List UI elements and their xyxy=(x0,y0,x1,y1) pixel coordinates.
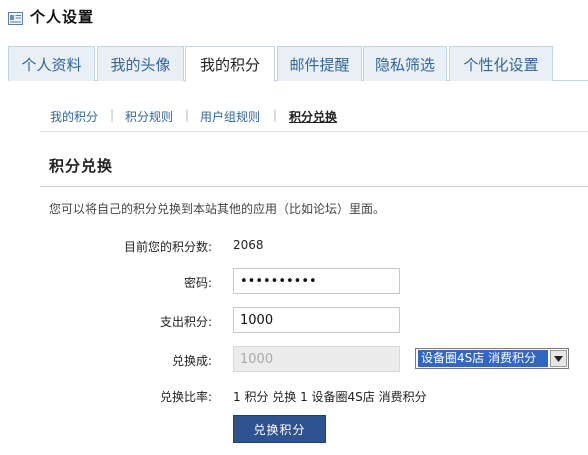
section-description: 您可以将自己的积分兑换到本站其他的应用（比如论坛）里面。 xyxy=(49,202,386,216)
settings-card-icon xyxy=(8,10,23,25)
tab-email-notify[interactable]: 邮件提醒 xyxy=(277,46,362,81)
tab-profile[interactable]: 个人资料 xyxy=(8,46,95,81)
page-title: 个人设置 xyxy=(30,7,95,26)
exchange-ratio-value: 1 积分 兑换 1 设备圈4S店 消费积分 xyxy=(233,390,427,404)
subnav-usergroup-rules[interactable]: 用户组规则 xyxy=(200,108,260,125)
chevron-down-icon[interactable] xyxy=(550,350,567,367)
spend-points-field[interactable] xyxy=(233,307,400,333)
subnav-my-points[interactable]: 我的积分 xyxy=(50,108,98,125)
current-points-label: 目前您的积分数: xyxy=(123,240,212,254)
subnav-separator: | xyxy=(110,108,115,122)
subnav-points-rules[interactable]: 积分规则 xyxy=(125,108,173,125)
subnav-points-exchange[interactable]: 积分兑换 xyxy=(289,108,337,125)
password-field[interactable] xyxy=(233,268,400,294)
exchange-ratio-label: 兑换比率: xyxy=(159,390,212,404)
spend-points-label: 支出积分: xyxy=(159,315,212,329)
tab-avatar[interactable]: 我的头像 xyxy=(97,46,184,81)
section-title: 积分兑换 xyxy=(49,157,114,175)
current-points-value: 2068 xyxy=(233,238,264,252)
settings-tabs: 个人资料 我的头像 我的积分 邮件提醒 隐私筛选 个性化设置 xyxy=(8,46,588,82)
exchange-result-field xyxy=(233,346,400,372)
points-subnav: 我的积分 | 积分规则 | 用户组规则 | 积分兑换 xyxy=(40,98,588,132)
subnav-separator: | xyxy=(273,108,278,122)
tab-my-points[interactable]: 我的积分 xyxy=(185,46,275,82)
tab-personalization[interactable]: 个性化设置 xyxy=(449,46,553,81)
section-divider xyxy=(40,186,588,187)
page-header: 个人设置 xyxy=(8,6,94,26)
target-app-select[interactable]: 设备圈4S店 消费积分 xyxy=(415,348,569,369)
target-app-selected: 设备圈4S店 消费积分 xyxy=(418,350,548,367)
exchange-points-button[interactable]: 兑换积分 xyxy=(233,415,326,443)
password-label: 密码: xyxy=(183,276,212,290)
subnav-separator: | xyxy=(185,108,190,122)
exchange-to-label: 兑换成: xyxy=(171,354,212,368)
tab-privacy-filter[interactable]: 隐私筛选 xyxy=(363,46,447,81)
